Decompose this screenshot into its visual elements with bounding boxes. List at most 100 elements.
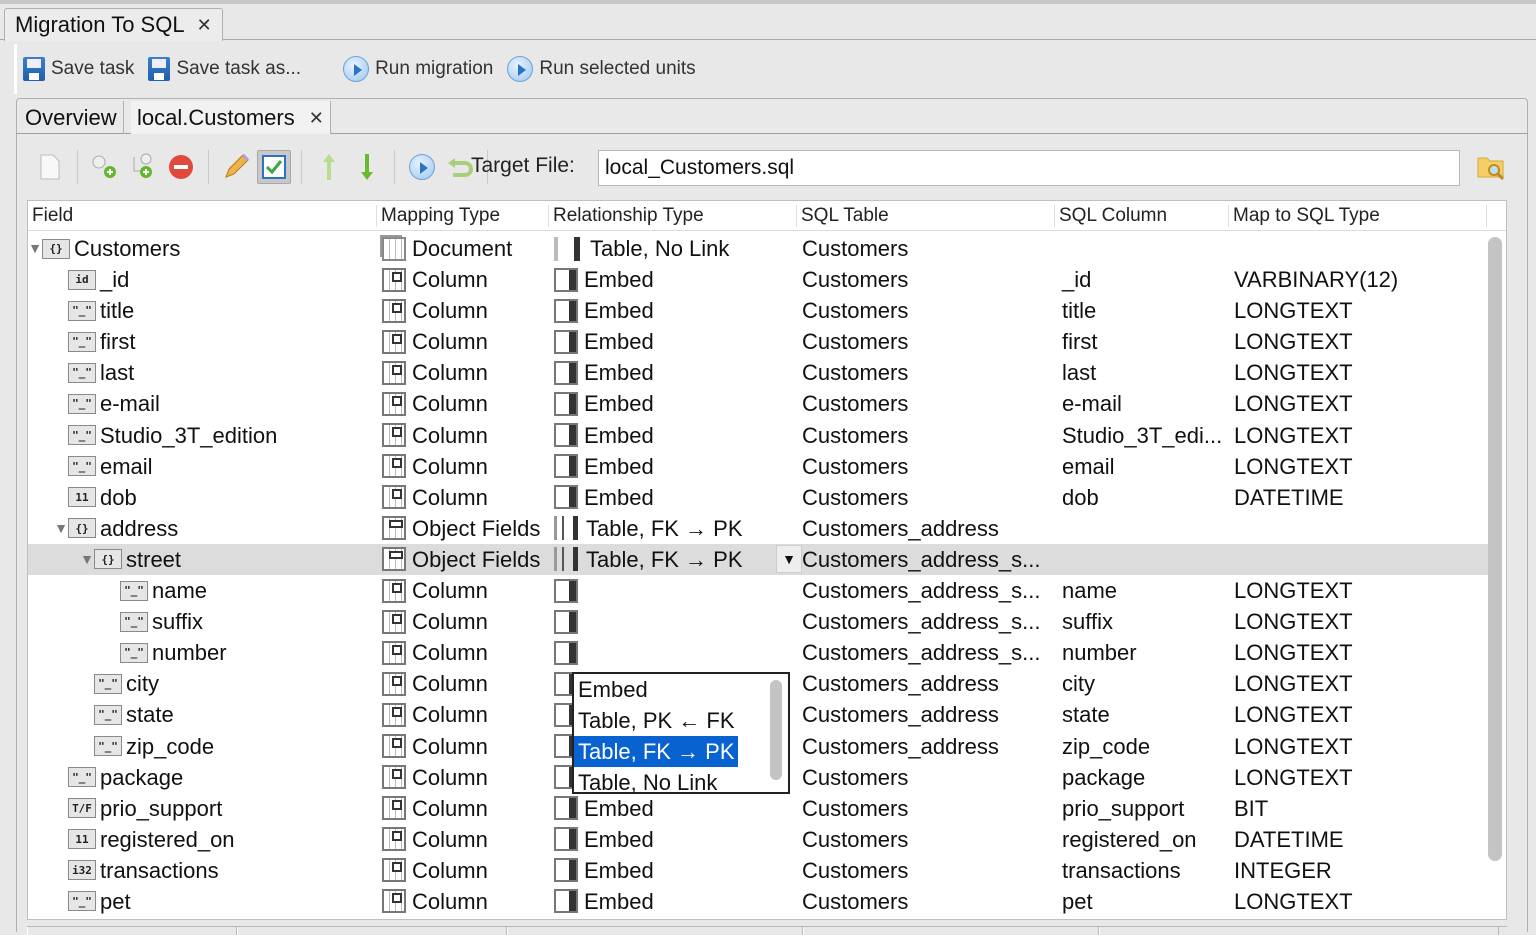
- expand-triangle-icon[interactable]: ▼: [28, 233, 42, 264]
- sql-table-cell[interactable]: Customers: [802, 824, 908, 855]
- header-mapping-type[interactable]: Mapping Type: [376, 205, 500, 227]
- expand-triangle-icon[interactable]: ▼: [54, 513, 68, 544]
- sql-type-cell[interactable]: LONGTEXT: [1234, 762, 1353, 793]
- sql-table-cell[interactable]: Customers: [802, 793, 908, 824]
- sql-type-cell[interactable]: INTEGER: [1234, 855, 1332, 886]
- add-field-button[interactable]: [88, 150, 122, 184]
- mapping-type-cell[interactable]: Column: [382, 699, 488, 730]
- table-row[interactable]: i32 transactions Column Embed Customers …: [28, 855, 1488, 886]
- sql-type-cell[interactable]: VARBINARY(12): [1234, 264, 1398, 295]
- sql-column-cell[interactable]: registered_on: [1062, 824, 1197, 855]
- bottom-tab[interactable]: [507, 927, 803, 935]
- sql-column-cell[interactable]: number: [1062, 637, 1137, 668]
- mapping-type-cell[interactable]: Column: [382, 886, 488, 917]
- sql-type-cell[interactable]: LONGTEXT: [1234, 886, 1353, 917]
- mapping-type-cell[interactable]: Object Fields: [382, 544, 540, 575]
- sql-column-cell[interactable]: e-mail: [1062, 388, 1122, 419]
- dropdown-option-table-pk-fk[interactable]: Table, PK ← FK: [574, 705, 788, 736]
- mapping-type-cell[interactable]: Column: [382, 762, 488, 793]
- table-row[interactable]: ▼ {} Customers Document Table, No Link C…: [28, 233, 1488, 264]
- dropdown-scrollbar[interactable]: [770, 680, 782, 780]
- relationship-type-cell[interactable]: [554, 637, 584, 668]
- mapping-type-cell[interactable]: Column: [382, 264, 488, 295]
- validate-toggle[interactable]: [257, 150, 291, 184]
- table-row[interactable]: "_" number Column Customers_address_s...…: [28, 637, 1488, 668]
- sql-table-cell[interactable]: Customers_address: [802, 513, 999, 544]
- sql-column-cell[interactable]: title: [1062, 295, 1096, 326]
- sql-type-cell[interactable]: LONGTEXT: [1234, 326, 1353, 357]
- table-row[interactable]: "_" email Column Embed Customers email L…: [28, 451, 1488, 482]
- mapping-type-cell[interactable]: Column: [382, 388, 488, 419]
- sql-type-cell[interactable]: LONGTEXT: [1234, 731, 1353, 762]
- sql-column-cell[interactable]: email: [1062, 451, 1115, 482]
- target-file-input[interactable]: [598, 150, 1460, 186]
- run-migration-button[interactable]: Run migration: [343, 56, 493, 82]
- sql-table-cell[interactable]: Customers: [802, 762, 908, 793]
- relationship-type-cell[interactable]: [554, 575, 584, 606]
- mapping-type-cell[interactable]: Document: [382, 233, 512, 264]
- header-relationship-type[interactable]: Relationship Type: [548, 205, 704, 227]
- sql-table-cell[interactable]: Customers_address_s...: [802, 575, 1040, 606]
- dropdown-option-table-fk-pk[interactable]: Table, FK → PK: [574, 736, 738, 767]
- save-task-as-button[interactable]: Save task as...: [148, 57, 301, 81]
- table-row[interactable]: "_" name Column Customers_address_s... n…: [28, 575, 1488, 606]
- sql-table-cell[interactable]: Customers_address: [802, 699, 999, 730]
- sql-column-cell[interactable]: _id: [1062, 264, 1091, 295]
- sql-type-cell[interactable]: BIT: [1234, 793, 1268, 824]
- dropdown-arrow-icon[interactable]: ▼: [776, 544, 802, 573]
- sql-table-cell[interactable]: Customers: [802, 388, 908, 419]
- move-down-button[interactable]: [350, 150, 384, 184]
- relationship-type-cell[interactable]: Table, FK → PK: [554, 513, 743, 544]
- sql-column-cell[interactable]: Studio_3T_edi...: [1062, 420, 1222, 451]
- tab-local-customers[interactable]: local.Customers ✕: [131, 101, 331, 135]
- run-unit-button[interactable]: [405, 150, 439, 184]
- table-row[interactable]: "_" first Column Embed Customers first L…: [28, 326, 1488, 357]
- mapping-type-cell[interactable]: Column: [382, 451, 488, 482]
- mapping-type-cell[interactable]: Column: [382, 482, 488, 513]
- sql-type-cell[interactable]: LONGTEXT: [1234, 637, 1353, 668]
- relationship-type-cell[interactable]: Table, No Link: [554, 233, 729, 264]
- bottom-tab[interactable]: [803, 927, 1099, 935]
- sql-table-cell[interactable]: Customers_address_s...: [802, 606, 1040, 637]
- sql-column-cell[interactable]: city: [1062, 668, 1095, 699]
- sql-table-cell[interactable]: Customers_address_s...: [802, 637, 1040, 668]
- bottom-tab[interactable]: [1099, 927, 1499, 935]
- header-sql-table[interactable]: SQL Table: [796, 205, 889, 227]
- sql-table-cell[interactable]: Customers: [802, 855, 908, 886]
- add-child-button[interactable]: [126, 150, 160, 184]
- sql-column-cell[interactable]: prio_support: [1062, 793, 1184, 824]
- tab-overview[interactable]: Overview: [19, 101, 124, 134]
- sql-type-cell[interactable]: DATETIME: [1234, 482, 1344, 513]
- sql-type-cell[interactable]: LONGTEXT: [1234, 388, 1353, 419]
- table-row[interactable]: "_" title Column Embed Customers title L…: [28, 295, 1488, 326]
- sql-table-cell[interactable]: Customers: [802, 451, 908, 482]
- mapping-type-cell[interactable]: Object Fields: [382, 513, 540, 544]
- run-selected-units-button[interactable]: Run selected units: [507, 56, 696, 82]
- table-row[interactable]: 11 dob Column Embed Customers dob DATETI…: [28, 482, 1488, 513]
- relationship-type-cell[interactable]: Embed: [554, 388, 654, 419]
- relationship-type-cell[interactable]: [554, 606, 584, 637]
- sql-column-cell[interactable]: package: [1062, 762, 1145, 793]
- relationship-type-cell[interactable]: Embed: [554, 824, 654, 855]
- close-icon[interactable]: ✕: [309, 108, 324, 129]
- sql-table-cell[interactable]: Customers_address: [802, 668, 999, 699]
- mapping-type-cell[interactable]: Column: [382, 357, 488, 388]
- sql-table-cell[interactable]: Customers: [802, 233, 908, 264]
- save-task-button[interactable]: Save task: [23, 57, 134, 81]
- sql-type-cell[interactable]: DATETIME: [1234, 824, 1344, 855]
- expand-triangle-icon[interactable]: ▼: [80, 544, 94, 575]
- vertical-scrollbar[interactable]: [1488, 237, 1502, 861]
- sql-table-cell[interactable]: Customers: [802, 886, 908, 917]
- table-row[interactable]: "_" pet Column Embed Customers pet LONGT…: [28, 886, 1488, 917]
- sql-type-cell[interactable]: LONGTEXT: [1234, 357, 1353, 388]
- relationship-type-cell[interactable]: Embed: [554, 482, 654, 513]
- sql-table-cell[interactable]: Customers: [802, 357, 908, 388]
- sql-column-cell[interactable]: first: [1062, 326, 1097, 357]
- mapping-type-cell[interactable]: Column: [382, 420, 488, 451]
- sql-column-cell[interactable]: last: [1062, 357, 1096, 388]
- table-row[interactable]: id _id Column Embed Customers _id VARBIN…: [28, 264, 1488, 295]
- sql-table-cell[interactable]: Customers_address_s...: [802, 544, 1040, 575]
- sql-type-cell[interactable]: LONGTEXT: [1234, 575, 1353, 606]
- move-up-button[interactable]: [312, 150, 346, 184]
- sql-table-cell[interactable]: Customers: [802, 482, 908, 513]
